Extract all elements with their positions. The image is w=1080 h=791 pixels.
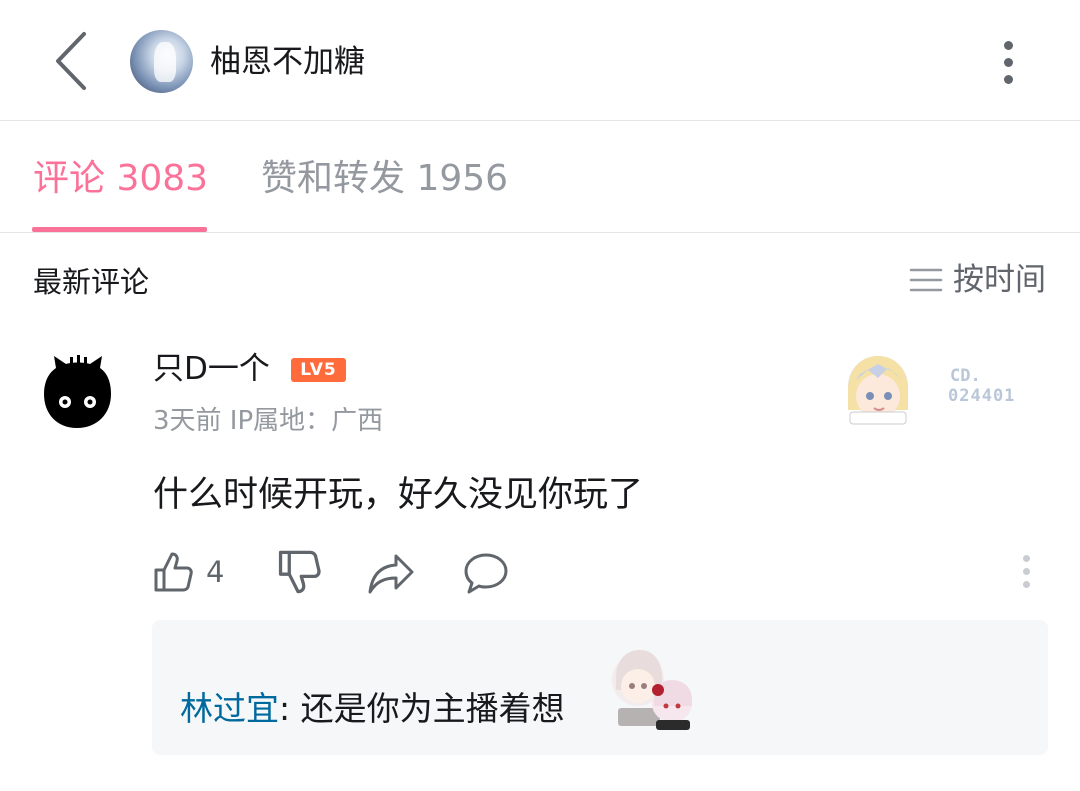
dislike-button[interactable] bbox=[274, 548, 322, 596]
uploader-avatar[interactable] bbox=[130, 30, 193, 93]
fan-badge-number: 024401 bbox=[948, 386, 1016, 406]
comment-meta: 3天前 IP属地：广西 bbox=[153, 406, 384, 436]
thumbs-down-icon bbox=[278, 550, 321, 594]
tab-bar: 评论 3083 赞和转发 1956 bbox=[0, 121, 1080, 233]
comment-text: 什么时候开玩，好久没见你玩了 bbox=[153, 475, 644, 515]
commenter-avatar[interactable] bbox=[40, 354, 115, 429]
reply-text: 还是你为主播着想 bbox=[300, 689, 565, 728]
section-label: 最新评论 bbox=[33, 265, 150, 299]
reply-preview[interactable]: 林过宜: 还是你为主播着想 bbox=[152, 620, 1048, 755]
like-count: 4 bbox=[206, 555, 225, 589]
share-button[interactable] bbox=[366, 550, 416, 596]
top-bar: 柚恩不加糖 bbox=[0, 0, 1080, 121]
black-cat-avatar-icon bbox=[44, 355, 111, 428]
more-vertical-icon bbox=[1023, 555, 1030, 562]
tab-likes-reposts[interactable]: 赞和转发 1956 bbox=[261, 155, 508, 203]
tab-comments[interactable]: 评论 3083 bbox=[33, 155, 208, 203]
active-tab-indicator bbox=[32, 227, 207, 232]
commenter-username[interactable]: 只D一个 bbox=[153, 348, 270, 390]
more-vertical-icon bbox=[1004, 41, 1013, 50]
fan-badge-character-icon bbox=[848, 356, 908, 425]
back-button[interactable] bbox=[48, 28, 98, 94]
comment-more-button[interactable] bbox=[1012, 552, 1042, 592]
more-options-button[interactable] bbox=[990, 35, 1028, 91]
reply-separator: : bbox=[279, 689, 301, 728]
reply-line: 林过宜: 还是你为主播着想 bbox=[180, 686, 565, 732]
sort-toggle-label: 按时间 bbox=[953, 262, 1046, 298]
chevron-left-icon bbox=[56, 32, 86, 90]
list-sort-icon bbox=[909, 268, 943, 292]
reply-username[interactable]: 林过宜 bbox=[180, 689, 279, 728]
level-badge: LV5 bbox=[291, 358, 346, 382]
fan-badge-prefix: CD. bbox=[950, 366, 981, 386]
reply-button[interactable] bbox=[462, 550, 510, 596]
page-title: 柚恩不加糖 bbox=[210, 44, 365, 80]
share-arrow-icon bbox=[368, 554, 414, 594]
chat-bubble-icon bbox=[464, 553, 508, 594]
chibi-sticker-icon bbox=[612, 650, 692, 730]
thumbs-up-icon bbox=[154, 552, 193, 592]
